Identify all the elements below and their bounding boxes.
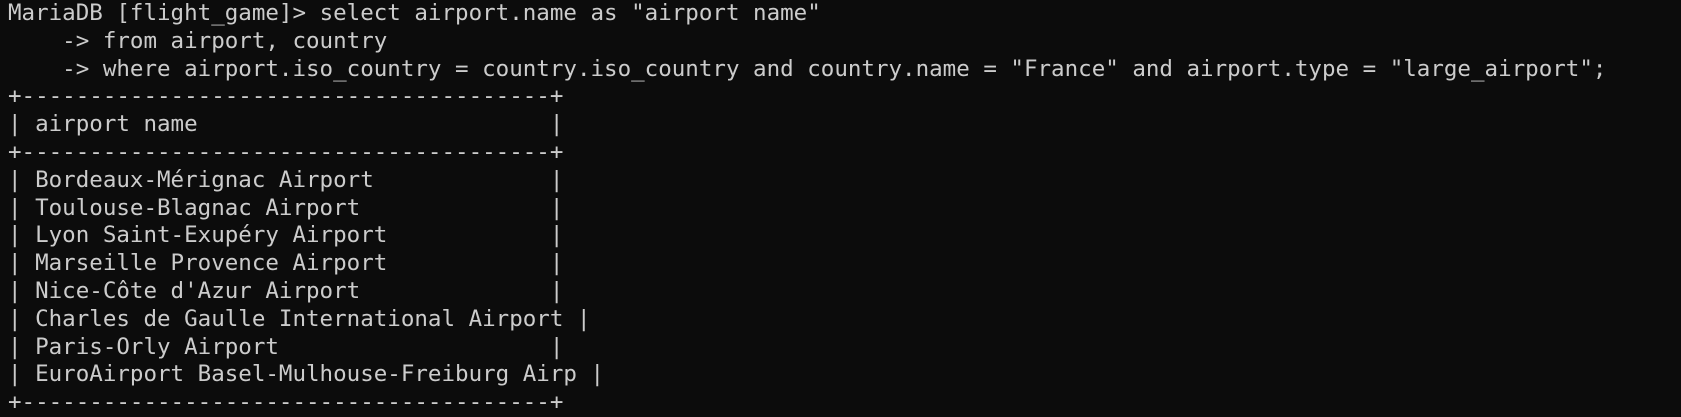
table-border-bottom: +---------------------------------------… (8, 389, 564, 416)
table-row: | Marseille Provence Airport | (8, 250, 564, 277)
table-border-top: +---------------------------------------… (8, 83, 564, 110)
table-row: | Nice-Côte d'Azur Airport | (8, 277, 564, 304)
table-row: | Bordeaux-Mérignac Airport | (8, 166, 564, 193)
table-row: | EuroAirport Basel-Mulhouse-Freiburg Ai… (8, 361, 605, 388)
table-row: | Toulouse-Blagnac Airport | (8, 194, 564, 221)
table-row: | Paris-Orly Airport | (8, 333, 564, 360)
query-line-1: MariaDB [flight_game]> select airport.na… (8, 0, 1681, 28)
query-text-1: select airport.name as "airport name" (319, 0, 821, 26)
table-header: | airport name | (8, 111, 564, 138)
mysql-prompt: MariaDB [flight_game]> (8, 0, 320, 26)
query-line-2: -> from airport, country (8, 27, 388, 54)
table-row: | Charles de Gaulle International Airpor… (8, 305, 591, 332)
query-line-3: -> where airport.iso_country = country.i… (8, 55, 1607, 82)
terminal-window[interactable]: MariaDB [flight_game]> select airport.na… (0, 0, 1681, 415)
table-border-header: +---------------------------------------… (8, 138, 564, 165)
table-row: | Lyon Saint-Exupéry Airport | (8, 222, 564, 249)
